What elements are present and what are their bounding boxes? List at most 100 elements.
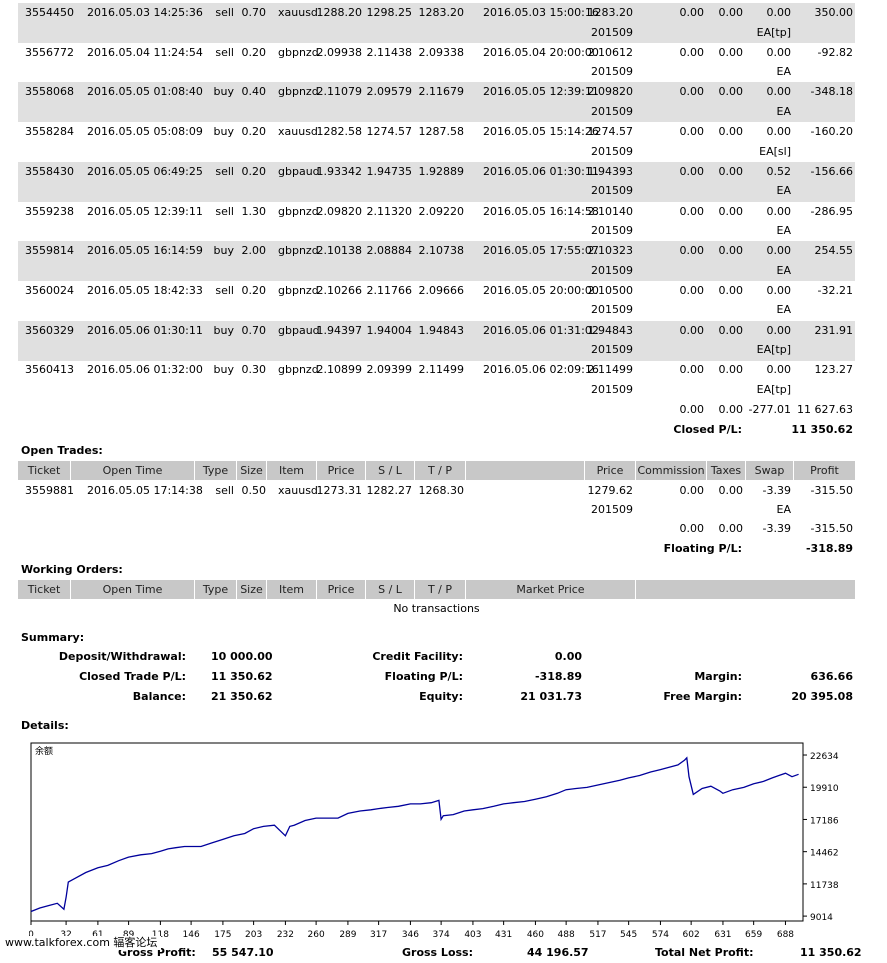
x-tick-label: 431 bbox=[495, 930, 512, 940]
comment: EA[tp] bbox=[756, 343, 791, 357]
close-price: 2.10612 bbox=[587, 45, 634, 59]
open-time: 2016.05.05 06:49:25 bbox=[87, 164, 203, 178]
y-tick-label: 14462 bbox=[810, 849, 839, 859]
tp: 1283.20 bbox=[418, 6, 465, 19]
col-size: Size bbox=[237, 580, 267, 599]
sl: 1.94735 bbox=[366, 164, 413, 178]
y-tick-label: 11738 bbox=[810, 881, 839, 891]
price: 1273.31 bbox=[316, 484, 363, 497]
size: 0.20 bbox=[241, 125, 267, 139]
size: 0.30 bbox=[241, 363, 267, 377]
col-price: Price bbox=[317, 580, 366, 599]
open-total-profit: -315.50 bbox=[810, 522, 853, 535]
sub-account: 201509 bbox=[591, 25, 633, 39]
no-transactions: No transactions bbox=[393, 602, 480, 615]
site-watermark: www.talkforex.com 辐客论坛 bbox=[5, 936, 162, 950]
sl: 2.11766 bbox=[366, 283, 413, 297]
item: gbpaud bbox=[278, 323, 320, 337]
swap: -3.39 bbox=[762, 484, 791, 497]
open-time: 2016.05.05 16:14:59 bbox=[87, 244, 203, 258]
floating-pl-label: Floating P/L: bbox=[663, 542, 742, 555]
x-tick-label: 146 bbox=[183, 930, 200, 940]
tp: 2.09338 bbox=[418, 45, 465, 59]
item: gbpnzd bbox=[278, 244, 319, 258]
item: gbpnzd bbox=[278, 283, 319, 297]
credit-value: 0.00 bbox=[554, 650, 582, 663]
item: gbpnzd bbox=[278, 363, 319, 377]
ticket: 3560024 bbox=[25, 283, 74, 297]
close-price: 1283.20 bbox=[587, 6, 634, 19]
gross-loss-label: Gross Loss: bbox=[402, 946, 473, 959]
sub-account: 201509 bbox=[591, 224, 633, 237]
commission: 0.00 bbox=[679, 484, 705, 497]
commission: 0.00 bbox=[679, 164, 705, 178]
col-tp: T / P bbox=[415, 461, 466, 480]
x-tick-label: 659 bbox=[745, 930, 762, 940]
close-price: 1274.57 bbox=[587, 125, 634, 139]
item: xauusd bbox=[278, 125, 318, 139]
ticket: 3560413 bbox=[25, 363, 74, 377]
type: buy bbox=[213, 85, 234, 99]
col-item: Item bbox=[267, 580, 317, 599]
x-tick-label: 517 bbox=[589, 930, 606, 940]
price: 1288.20 bbox=[316, 6, 363, 19]
item: xauusd bbox=[278, 484, 318, 497]
commission: 0.00 bbox=[679, 244, 705, 258]
comment: EA bbox=[776, 184, 791, 198]
closed-pl-label: Closed P/L: bbox=[673, 423, 742, 436]
type: sell bbox=[215, 164, 234, 178]
credit-label: Credit Facility: bbox=[372, 650, 463, 663]
free-margin-label: Free Margin: bbox=[663, 690, 742, 703]
x-tick-label: 403 bbox=[464, 930, 481, 940]
size: 0.50 bbox=[241, 484, 267, 497]
sub-account: 201509 bbox=[591, 503, 633, 516]
comment: EA bbox=[776, 303, 791, 317]
price: 2.10138 bbox=[316, 244, 363, 258]
type: sell bbox=[215, 204, 234, 218]
closed-pl-summary-value: 11 350.62 bbox=[211, 670, 273, 683]
close-price: 2.10500 bbox=[587, 283, 634, 297]
x-tick-label: 602 bbox=[683, 930, 700, 940]
price: 1.94397 bbox=[316, 323, 363, 337]
ticket: 3560329 bbox=[25, 323, 74, 337]
sub-account: 201509 bbox=[591, 263, 633, 277]
sl: 2.09579 bbox=[366, 85, 413, 99]
col-size: Size bbox=[237, 461, 267, 480]
profit: -315.50 bbox=[810, 484, 853, 497]
open-time: 2016.05.05 01:08:40 bbox=[87, 85, 203, 99]
sub-account: 201509 bbox=[591, 104, 633, 118]
open-time: 2016.05.04 11:24:54 bbox=[87, 45, 203, 59]
balance-chart-svg: 226341991017186144621173890140 32 61 89 118 1… bbox=[29, 742, 839, 940]
y-tick-label: 17186 bbox=[810, 816, 839, 826]
comment: EA[tp] bbox=[756, 25, 791, 39]
commission: 0.00 bbox=[679, 6, 705, 19]
taxes: 0.00 bbox=[718, 125, 744, 139]
x-tick-label: 203 bbox=[245, 930, 262, 940]
tp: 1268.30 bbox=[418, 484, 465, 497]
ticket: 3558430 bbox=[25, 164, 74, 178]
swap: 0.00 bbox=[766, 323, 792, 337]
size: 0.70 bbox=[241, 323, 267, 337]
comment: EA bbox=[776, 65, 791, 79]
open-total-commission: 0.00 bbox=[679, 522, 705, 535]
taxes: 0.00 bbox=[718, 283, 744, 297]
deposit-value: 10 000.00 bbox=[211, 650, 273, 663]
working-orders-header: Ticket Open Time Type Size Item Price S … bbox=[18, 580, 855, 599]
item: gbpnzd bbox=[278, 45, 319, 59]
close-price: 1.94393 bbox=[587, 164, 634, 178]
open-total-swap: -3.39 bbox=[762, 522, 791, 535]
col-open-time: Open Time bbox=[71, 461, 195, 480]
sl: 2.11438 bbox=[366, 45, 413, 59]
tp: 2.11679 bbox=[418, 85, 465, 99]
open-time: 2016.05.06 01:30:11 bbox=[87, 323, 203, 337]
tp: 2.10738 bbox=[418, 244, 465, 258]
gross-loss-value: 44 196.57 bbox=[527, 946, 589, 959]
tp: 1.92889 bbox=[418, 164, 465, 178]
commission: 0.00 bbox=[679, 204, 705, 218]
commission: 0.00 bbox=[679, 125, 705, 139]
open-time: 2016.05.05 12:39:11 bbox=[87, 204, 203, 218]
x-tick-label: 232 bbox=[277, 930, 294, 940]
x-tick-label: 260 bbox=[308, 930, 325, 940]
col-market-price: Market Price bbox=[466, 580, 636, 599]
y-tick-label: 22634 bbox=[810, 752, 839, 762]
